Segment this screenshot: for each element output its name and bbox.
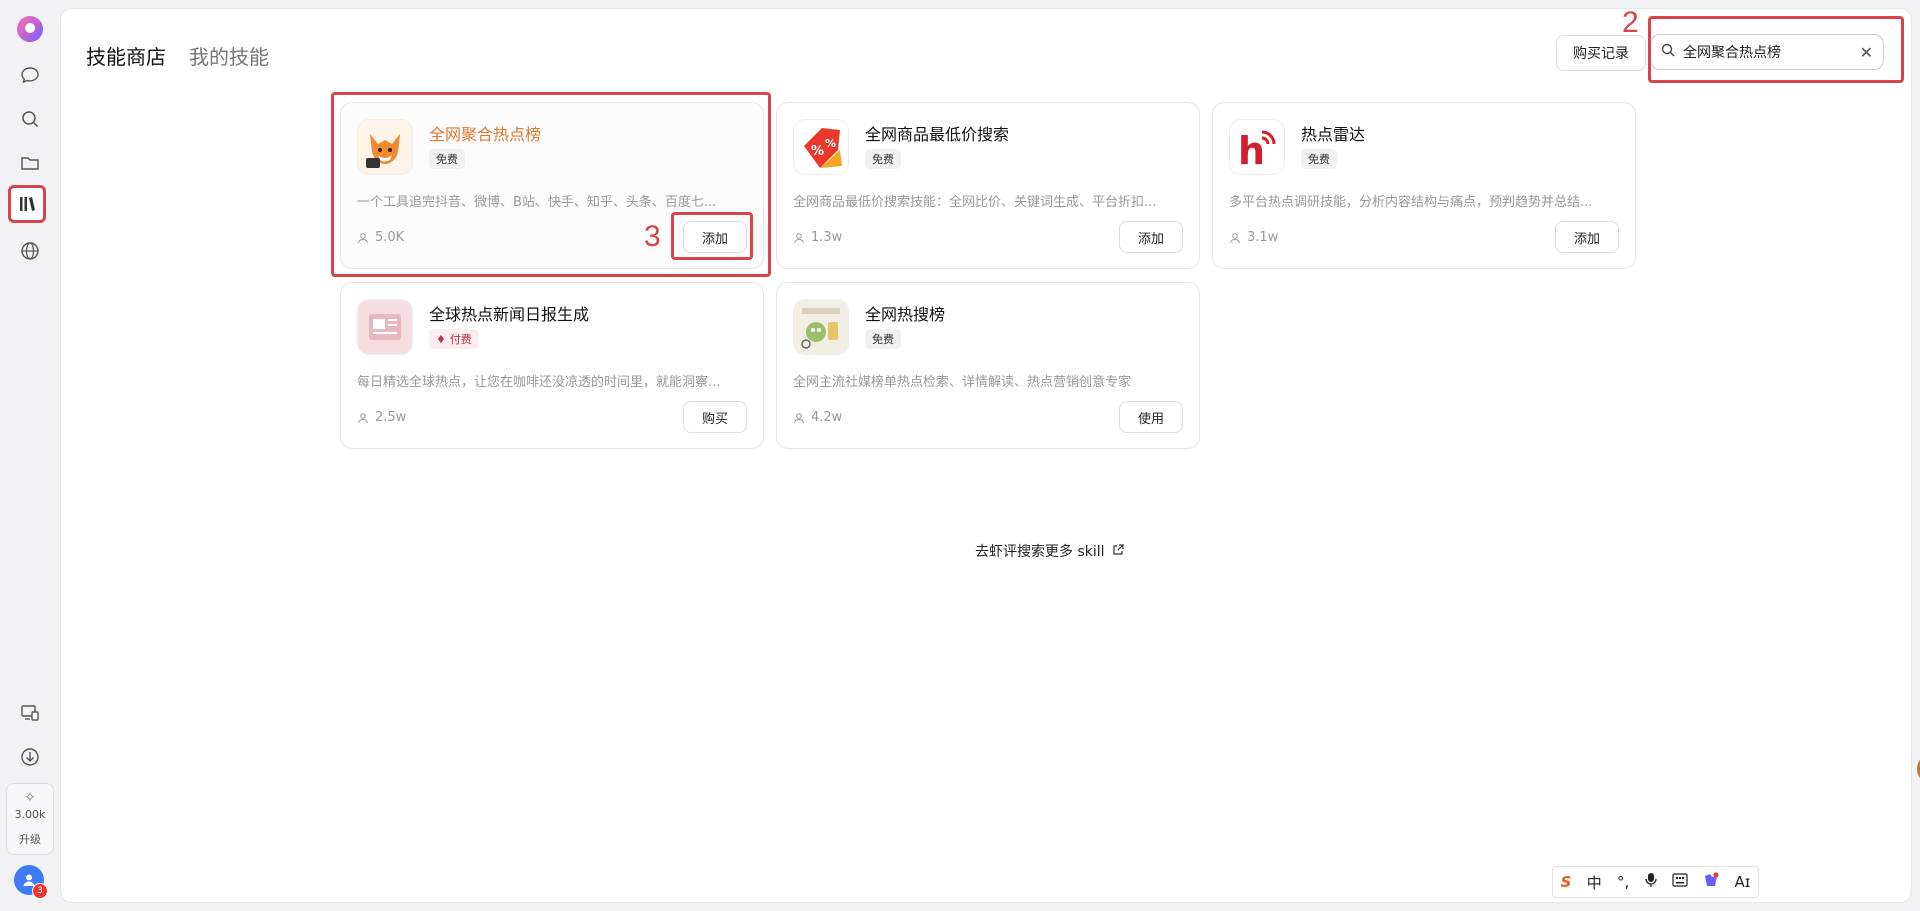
- skill-card[interactable]: h 热点雷达 免费 多平台热点调研技能，分析内容结构与痛点，预判趋势并总结...…: [1212, 102, 1636, 269]
- skill-desc: 多平台热点调研技能，分析内容结构与痛点，预判趋势并总结...: [1229, 195, 1593, 210]
- credit-value: 3.00k: [14, 808, 46, 821]
- diamond-icon: ♦: [436, 332, 446, 346]
- user-count: 2.5w: [357, 410, 406, 425]
- svg-text:h: h: [1238, 129, 1265, 173]
- credit-panel[interactable]: ✧ 3.00k 升级: [6, 783, 54, 855]
- chat-icon[interactable]: [15, 60, 45, 90]
- more-skills-link[interactable]: 去虾评搜索更多 skill: [975, 541, 1124, 561]
- skill-card[interactable]: %% 全网商品最低价搜索 免费 全网商品最低价搜索技能：全网比价、关键词生成、平…: [776, 102, 1200, 269]
- tab-skill-store[interactable]: 技能商店: [86, 41, 166, 70]
- user-icon: [358, 412, 368, 423]
- mascot-icon: [793, 299, 849, 355]
- highlight-box-search: [1648, 16, 1904, 83]
- tab-my-skills[interactable]: 我的技能: [189, 41, 269, 70]
- price-tag: ♦ 付费: [429, 329, 479, 349]
- ai-icon[interactable]: Aɪ: [1734, 873, 1750, 891]
- highlight-box-add: [671, 212, 753, 260]
- external-link-icon: [1113, 544, 1124, 555]
- upgrade-label[interactable]: 升级: [7, 831, 53, 847]
- app-logo[interactable]: [17, 16, 43, 42]
- user-count: 1.3w: [793, 230, 842, 245]
- use-button[interactable]: 使用: [1119, 401, 1183, 433]
- left-rail: ✧ 3.00k 升级 3: [0, 0, 60, 911]
- globe-icon[interactable]: [15, 236, 45, 266]
- skill-desc: 全网主流社媒榜单热点检索、详情解读、热点营销创意专家: [793, 375, 1132, 390]
- skill-title[interactable]: 全网热搜榜: [865, 301, 945, 325]
- more-skills-label: 去虾评搜索更多 skill: [975, 544, 1105, 560]
- skill-title[interactable]: 全球热点新闻日报生成: [429, 301, 589, 325]
- annotation-3: 3: [644, 220, 661, 253]
- user-icon: [794, 232, 804, 243]
- sparkle-icon: ✧: [24, 790, 36, 806]
- ime-language[interactable]: 中: [1587, 872, 1602, 893]
- punctuation-icon[interactable]: °,: [1617, 873, 1629, 891]
- purchase-history-button[interactable]: 购买记录: [1556, 35, 1646, 71]
- annotation-2: 2: [1622, 6, 1639, 39]
- ime-toolbar: S 中 °, Aɪ: [1552, 866, 1759, 898]
- skill-card[interactable]: 全球热点新闻日报生成 ♦ 付费 每日精选全球热点，让您在咖啡还没凉透的时间里，就…: [340, 282, 764, 449]
- notification-badge: 3: [32, 883, 48, 899]
- user-icon: [1230, 232, 1240, 243]
- user-icon: [794, 412, 804, 423]
- download-icon[interactable]: [15, 742, 45, 772]
- skill-title[interactable]: 全网商品最低价搜索: [865, 121, 1009, 145]
- keyboard-icon[interactable]: [1672, 873, 1688, 891]
- user-count-value: 1.3w: [811, 230, 843, 245]
- ime-logo-icon[interactable]: S: [1561, 873, 1572, 891]
- add-button[interactable]: 添加: [1119, 221, 1183, 253]
- add-button[interactable]: 添加: [1555, 221, 1619, 253]
- user-count-value: 3.1w: [1247, 230, 1279, 245]
- price-tag: 免费: [1301, 149, 1337, 169]
- skill-title[interactable]: 热点雷达: [1301, 121, 1365, 145]
- newspaper-icon: [357, 299, 413, 355]
- microphone-icon[interactable]: [1644, 872, 1657, 892]
- skill-desc: 全网商品最低价搜索技能：全网比价、关键词生成、平台折扣...: [793, 195, 1157, 210]
- user-count-value: 4.2w: [811, 410, 843, 425]
- device-icon[interactable]: [15, 698, 45, 728]
- user-count: 3.1w: [1229, 230, 1278, 245]
- skill-library-icon[interactable]: [8, 185, 46, 223]
- price-tag-label: 付费: [449, 333, 472, 346]
- avatar[interactable]: 3: [14, 865, 48, 899]
- price-tag: 免费: [865, 329, 901, 349]
- search-icon[interactable]: [15, 104, 45, 134]
- skill-desc: 每日精选全球热点，让您在咖啡还没凉透的时间里，就能洞察...: [357, 375, 721, 390]
- user-count: 4.2w: [793, 410, 842, 425]
- skin-icon[interactable]: [1703, 872, 1719, 892]
- skill-card[interactable]: 全网热搜榜 免费 全网主流社媒榜单热点检索、详情解读、热点营销创意专家 4.2w…: [776, 282, 1200, 449]
- user-count-value: 2.5w: [375, 410, 407, 425]
- radar-h-icon: h: [1229, 119, 1285, 175]
- svg-text:%: %: [825, 137, 836, 150]
- discount-tag-icon: %%: [793, 119, 849, 175]
- folder-icon[interactable]: [15, 148, 45, 178]
- buy-button[interactable]: 购买: [683, 401, 747, 433]
- price-tag: 免费: [865, 149, 901, 169]
- svg-text:%: %: [811, 144, 824, 159]
